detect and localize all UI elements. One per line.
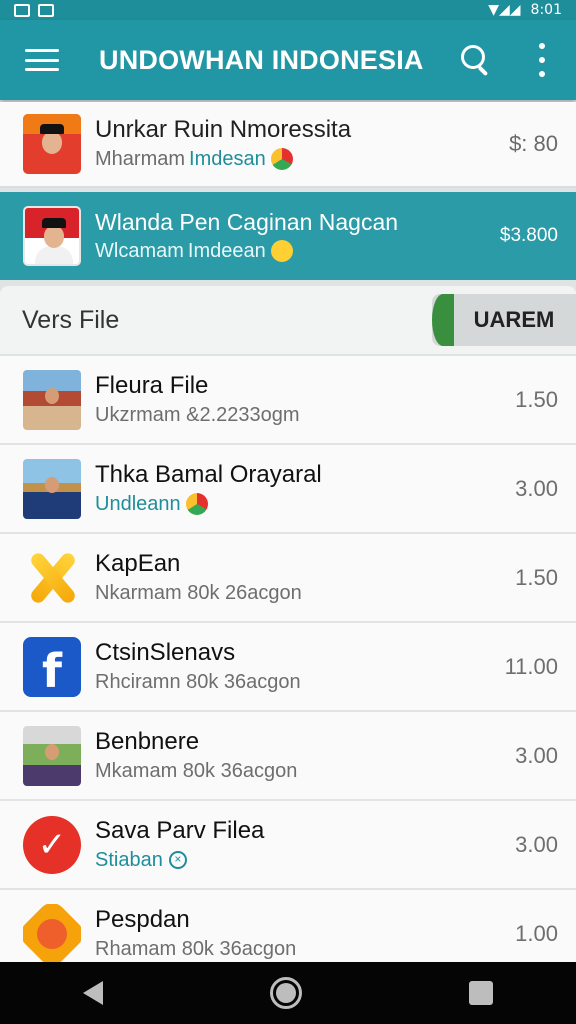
- list-item[interactable]: Fleura File Ukzrmam &2.2233ogm 1.50: [0, 356, 576, 445]
- list-item[interactable]: f CtsinSlenavs Rhciramn 80k 36acgon 11.0…: [0, 623, 576, 712]
- item-subtitle: Rhciramn 80k 36acgon: [95, 670, 301, 693]
- mail-icon: [38, 3, 54, 17]
- item-name: Thka Bamal Orayaral: [95, 460, 322, 488]
- featured-name: Unrkar Ruin Nmoressita: [95, 116, 352, 143]
- outdoor-photo-icon: [23, 725, 81, 786]
- more-options-icon[interactable]: [532, 43, 552, 77]
- featured-subtitle: Wlcamam Imdeean: [95, 237, 500, 265]
- item-name: CtsinSlenavs: [95, 638, 236, 666]
- section-title: Vers File: [22, 305, 120, 334]
- avatar: [23, 206, 81, 266]
- list-item[interactable]: Benbnere Mkamam 80k 36acgon 3.00: [0, 712, 576, 801]
- item-price: 11.00: [504, 653, 558, 679]
- item-subtitle: Rhamam 80k 36acgon: [95, 937, 297, 960]
- item-name: Benbnere: [95, 727, 200, 755]
- person-photo-icon: [23, 458, 81, 519]
- item-price: 1.00: [515, 920, 558, 946]
- file-list: Fleura File Ukzrmam &2.2233ogm 1.50 Thka…: [0, 356, 576, 979]
- featured-price: $3.800: [499, 225, 558, 246]
- featured-subtitle: Mharmam Imdesan: [95, 145, 509, 173]
- item-subtitle: Mkamam 80k 36acgon: [95, 759, 298, 782]
- featured-tag: Imdeean: [187, 240, 266, 262]
- item-subtitle: Stiaban ×: [95, 846, 515, 874]
- menu-icon[interactable]: [25, 49, 59, 71]
- search-icon[interactable]: [456, 40, 496, 80]
- featured-price: $: 80: [509, 131, 558, 156]
- featured-item-selected[interactable]: Wlanda Pen Caginan Nagcan Wlcamam Imdeea…: [0, 192, 576, 280]
- leaf-icon: [432, 294, 454, 346]
- emoji-icon: [270, 148, 293, 170]
- item-subtitle: Ukzrmam &2.2233ogm: [95, 403, 300, 426]
- list-item[interactable]: Thka Bamal Orayaral Undleann 3.00: [0, 445, 576, 534]
- list-item[interactable]: ✓ Sava Parv Filea Stiaban × 3.00: [0, 801, 576, 890]
- item-name: Fleura File: [95, 371, 209, 399]
- back-icon[interactable]: [83, 981, 104, 1005]
- status-bar: ▼◢◢ 8:01: [0, 0, 576, 20]
- item-price: 1.50: [515, 564, 558, 590]
- section-action-button[interactable]: UAREM: [432, 294, 576, 346]
- item-price: 1.50: [515, 386, 558, 412]
- badge-icon: [23, 903, 81, 964]
- emoji-icon: [270, 240, 293, 262]
- item-price: 3.00: [515, 742, 558, 768]
- signal-icon: ▼◢◢: [488, 2, 521, 18]
- home-icon[interactable]: [269, 977, 302, 1009]
- facebook-icon: f: [23, 636, 81, 697]
- check-circle-icon: ✓: [23, 815, 81, 875]
- app-bar: UNDOWHAN INDONESIA: [0, 20, 576, 100]
- avatar: [23, 114, 81, 174]
- featured-item[interactable]: Unrkar Ruin Nmoressita Mharmam Imdesan $…: [0, 102, 576, 188]
- item-name: Sava Parv Filea: [95, 816, 265, 844]
- close-circle-icon[interactable]: ×: [168, 850, 187, 869]
- item-name: KapEan: [95, 549, 181, 577]
- house-photo-icon: [23, 369, 81, 430]
- recent-apps-icon[interactable]: [468, 981, 493, 1005]
- item-price: 3.00: [515, 475, 558, 501]
- status-notifications: [14, 3, 54, 17]
- app-title: UNDOWHAN INDONESIA: [99, 44, 424, 75]
- status-indicators: ▼◢◢ 8:01: [488, 2, 562, 18]
- item-name: Pespdan: [95, 905, 190, 933]
- item-subtitle: Nkarmam 80k 26acgon: [95, 581, 302, 604]
- item-subtitle: Undleann: [95, 490, 515, 518]
- list-item[interactable]: KapEan Nkarmam 80k 26acgon 1.50: [0, 534, 576, 623]
- featured-tag: Imdesan: [189, 148, 266, 170]
- featured-name: Wlanda Pen Caginan Nagcan: [95, 209, 399, 235]
- notification-icon: [14, 3, 30, 17]
- star-x-icon: [23, 548, 81, 608]
- navigation-bar: [0, 962, 576, 1024]
- section-header: Vers File UAREM: [0, 286, 576, 356]
- status-time: 8:01: [530, 2, 562, 18]
- emoji-icon: [185, 492, 208, 515]
- item-price: 3.00: [515, 831, 558, 857]
